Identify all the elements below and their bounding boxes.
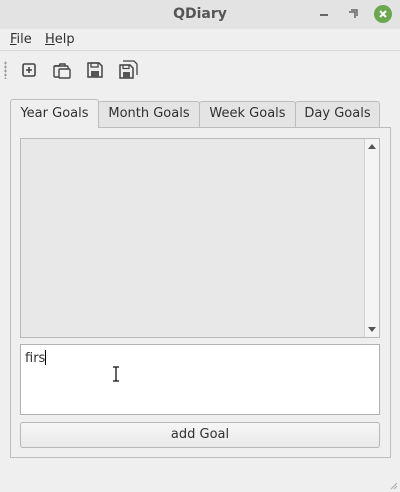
close-button[interactable] — [374, 5, 392, 23]
goal-input-value: firs — [25, 351, 46, 366]
new-icon — [22, 63, 36, 77]
goal-list[interactable] — [20, 138, 380, 338]
title-bar[interactable]: QDiary — [0, 0, 400, 29]
maximize-button[interactable] — [344, 5, 362, 23]
menu-file[interactable]: File — [10, 32, 32, 47]
save-icon — [87, 62, 103, 78]
minimize-button[interactable] — [315, 5, 333, 23]
text-caret — [45, 350, 47, 365]
goal-input[interactable]: firs — [20, 344, 380, 415]
menu-help-mnemonic: H — [45, 32, 55, 47]
tab-week-goals[interactable]: Week Goals — [199, 101, 296, 127]
save-all-icon — [119, 60, 138, 79]
open-button[interactable] — [51, 59, 73, 81]
toolbar — [0, 51, 400, 89]
resize-grip-icon[interactable] — [388, 480, 398, 490]
ibeam-cursor-icon — [113, 366, 119, 382]
toolbar-grip[interactable] — [4, 61, 7, 79]
open-icon — [53, 63, 71, 79]
scroll-down-icon[interactable] — [368, 327, 376, 332]
save-all-button[interactable] — [117, 59, 139, 81]
add-goal-button[interactable]: add Goal — [20, 422, 380, 448]
tab-year-goals[interactable]: Year Goals — [10, 99, 99, 128]
scroll-up-icon[interactable] — [368, 144, 376, 149]
menu-help-rest: elp — [54, 32, 75, 47]
menu-help[interactable]: Help — [45, 32, 75, 47]
minimize-icon — [320, 14, 328, 16]
window-title: QDiary — [173, 6, 227, 22]
tab-day-goals[interactable]: Day Goals — [295, 101, 380, 127]
save-button[interactable] — [84, 59, 106, 81]
vertical-scrollbar[interactable] — [364, 139, 379, 337]
menu-file-rest: ile — [16, 32, 32, 47]
tab-month-goals[interactable]: Month Goals — [98, 101, 200, 127]
close-icon — [379, 10, 387, 18]
new-button[interactable] — [18, 59, 40, 81]
main-window: QDiary File Help Year Goals Month Goals … — [0, 0, 400, 492]
maximize-icon — [349, 9, 358, 18]
menu-bar: File Help — [0, 29, 400, 50]
goal-input-value-wrap: firs — [25, 350, 47, 366]
